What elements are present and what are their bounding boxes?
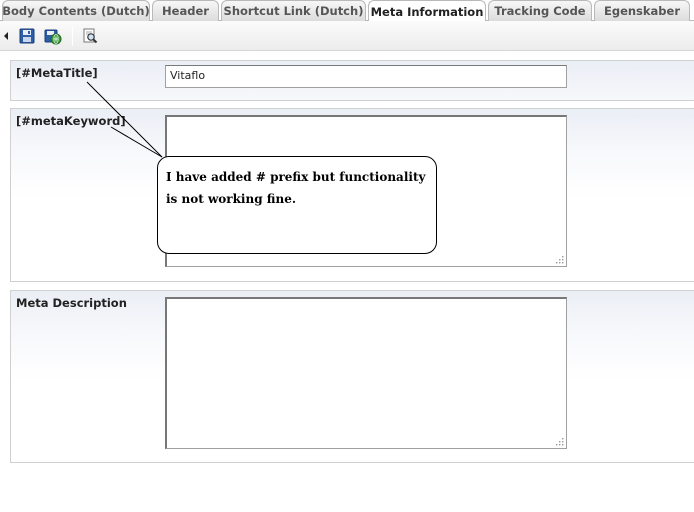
annotation-pointer-lines [86,81,163,158]
annotation-callout: I have added # prefix but functionality … [157,156,437,254]
